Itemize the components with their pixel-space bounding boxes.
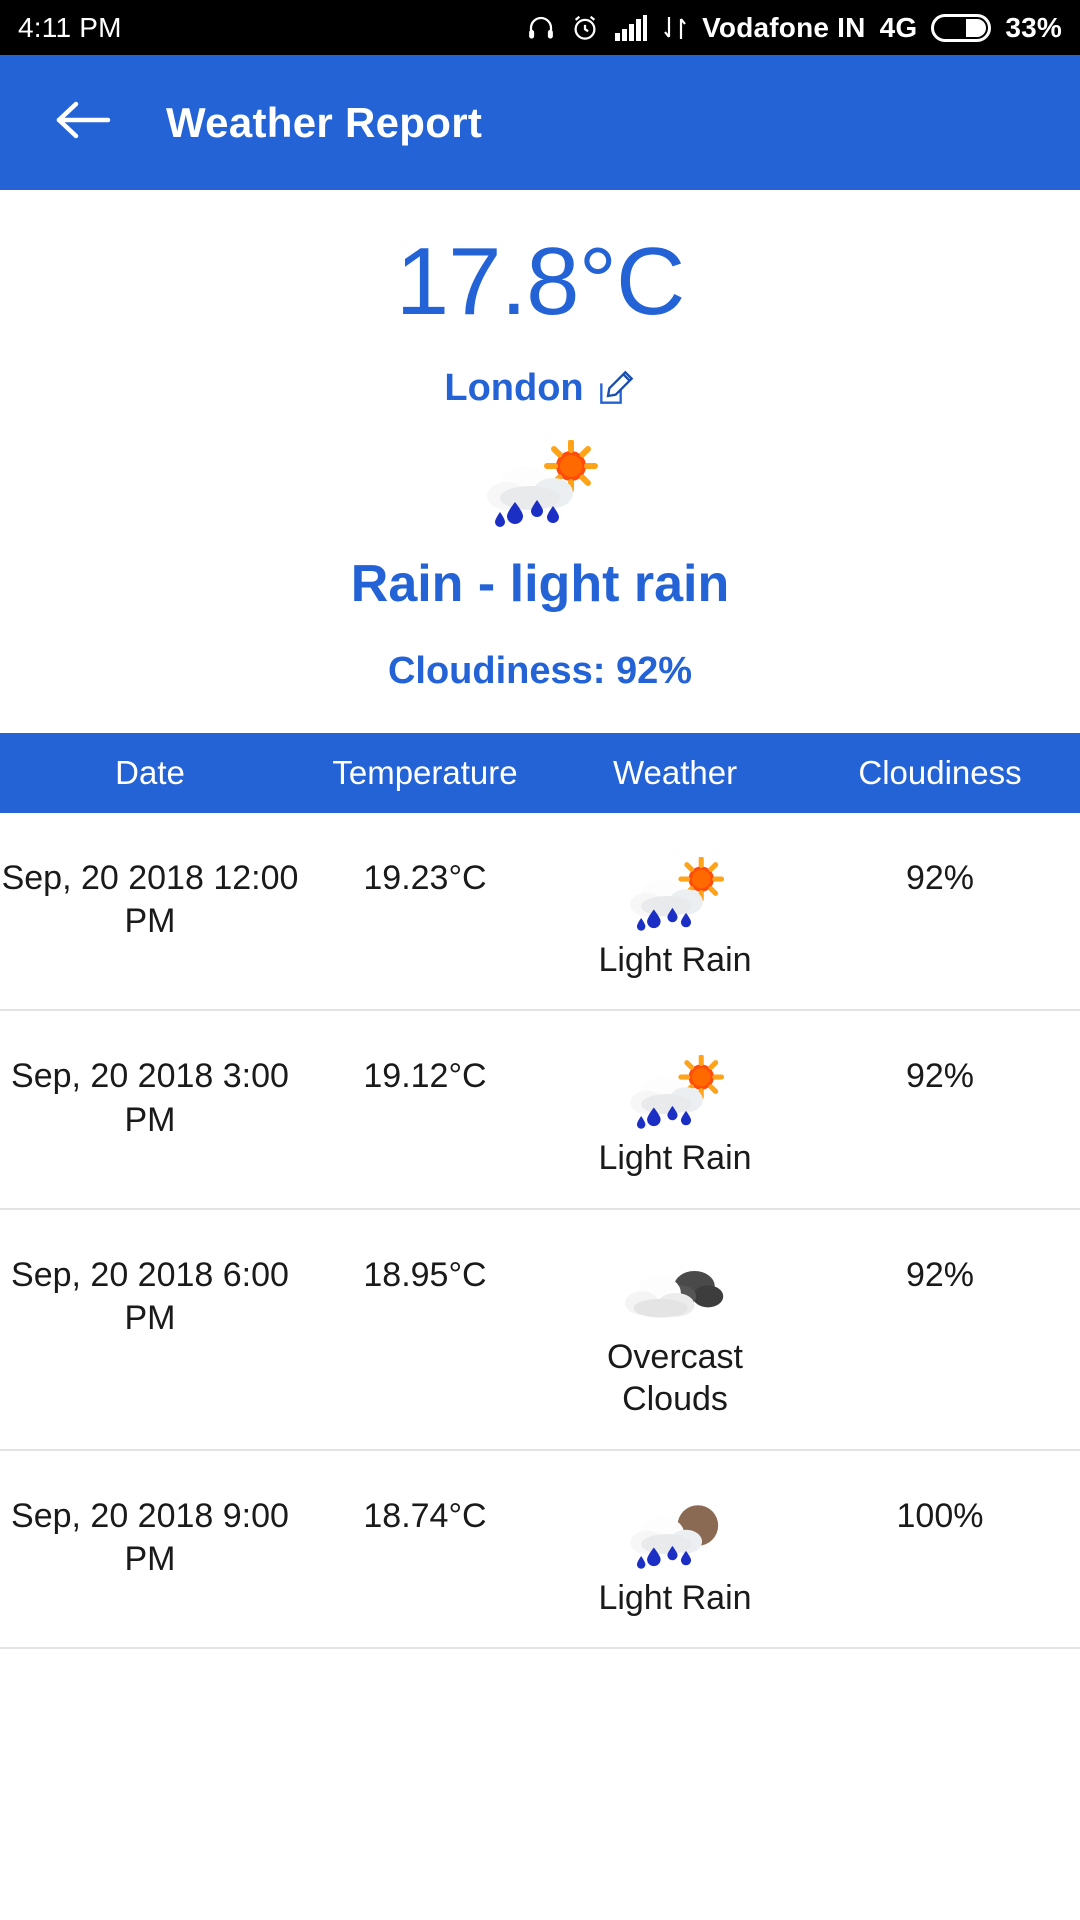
cell-date: Sep, 20 2018 9:00 PM [11, 1496, 289, 1579]
cell-temperature: 19.12°C [363, 1057, 487, 1096]
column-header-cloudiness: Cloudiness [858, 753, 1022, 791]
current-condition-label: Rain - light rain [350, 554, 730, 613]
moon-behind-rain-cloud-icon [620, 1495, 730, 1573]
back-arrow-icon [54, 97, 112, 148]
network-type-label: 4G [879, 11, 918, 43]
cell-weather-label: Light Rain [598, 1139, 752, 1178]
sun-behind-rain-cloud-icon [620, 1055, 730, 1133]
cell-temperature: 19.23°C [363, 858, 487, 897]
cell-cloudiness: 100% [896, 1496, 984, 1535]
carrier-label: Vodafone IN [702, 11, 866, 43]
battery-icon [931, 13, 992, 42]
cell-weather-label: Light Rain [598, 940, 752, 979]
status-time: 4:11 PM [18, 11, 122, 43]
cell-temperature: 18.74°C [363, 1496, 487, 1535]
signal-bars-icon [614, 14, 648, 42]
cell-weather: Light Rain [550, 1055, 800, 1180]
sun-behind-rain-cloud-icon [620, 856, 730, 935]
column-header-weather: Weather [612, 753, 738, 791]
column-header-date: Date [115, 753, 185, 791]
battery-percent-label: 33% [1005, 11, 1062, 43]
cell-weather-label: Overcast Clouds [606, 1337, 744, 1419]
cell-cloudiness: 92% [905, 1057, 975, 1096]
cell-date: Sep, 20 2018 3:00 PM [11, 1057, 289, 1139]
cell-weather: Overcast Clouds [550, 1254, 800, 1421]
data-transfer-icon [662, 14, 688, 42]
current-temperature: 17.8°C [395, 228, 686, 335]
back-button[interactable] [48, 88, 118, 158]
app-bar: Weather Report [0, 55, 1080, 190]
edit-location-icon[interactable] [596, 368, 636, 408]
cell-cloudiness: 92% [905, 858, 975, 897]
cell-weather: Light Rain [550, 856, 800, 982]
alarm-clock-icon [570, 13, 600, 43]
column-header-temperature: Temperature [332, 753, 518, 791]
current-conditions-panel: 17.8°C London Rain - light rain Cloudine… [0, 190, 1080, 733]
table-row[interactable]: Sep, 20 2018 12:00 PM 19.23°C Light Rain… [0, 813, 1080, 1012]
table-row[interactable]: Sep, 20 2018 6:00 PM 18.95°C Overcast Cl… [0, 1210, 1080, 1451]
cell-weather: Light Rain [550, 1495, 800, 1620]
city-row[interactable]: London [0, 367, 1080, 410]
cell-temperature: 18.95°C [363, 1255, 487, 1294]
sun-behind-rain-cloud-icon [475, 439, 605, 537]
cell-weather-label: Light Rain [598, 1578, 752, 1617]
current-cloudiness-label: Cloudiness: 92% [387, 649, 693, 692]
cell-cloudiness: 92% [905, 1255, 975, 1294]
cell-date: Sep, 20 2018 12:00 PM [1, 858, 299, 941]
table-row[interactable]: Sep, 20 2018 3:00 PM 19.12°C Light Rain … [0, 1011, 1080, 1210]
page-title: Weather Report [166, 98, 483, 146]
table-row[interactable]: Sep, 20 2018 9:00 PM 18.74°C Light Rain … [0, 1451, 1080, 1650]
city-label: London [444, 366, 584, 409]
status-bar: 4:11 PM Vodafone IN 4G 33% [0, 0, 1080, 55]
overcast-clouds-icon [620, 1254, 730, 1332]
headphones-icon [526, 13, 556, 43]
cell-date: Sep, 20 2018 6:00 PM [11, 1255, 289, 1338]
forecast-table-header: Date Temperature Weather Cloudiness [0, 732, 1080, 813]
current-weather-icon-wrap [0, 439, 1080, 530]
